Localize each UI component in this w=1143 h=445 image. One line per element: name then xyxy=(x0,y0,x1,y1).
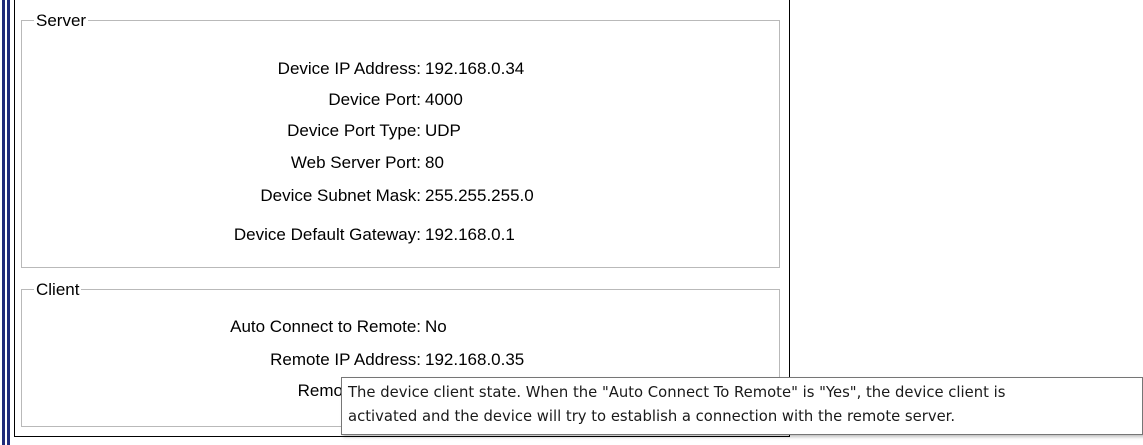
remote-ip-address-row: Remote IP Address: xyxy=(0,349,421,371)
remote-partial-row: Remo xyxy=(0,380,343,402)
device-default-gateway-row: Device Default Gateway: xyxy=(0,224,421,246)
device-ip-address-row: Device IP Address: xyxy=(0,58,421,80)
device-subnet-mask-label: Device Subnet Mask: xyxy=(260,186,421,205)
device-subnet-mask-row: Device Subnet Mask: xyxy=(0,185,421,207)
remote-ip-address-value: 192.168.0.35 xyxy=(425,350,525,369)
tooltip-line-1: The device client state. When the "Auto … xyxy=(348,384,1006,401)
client-group-legend: Client xyxy=(36,280,80,299)
web-server-port-label: Web Server Port: xyxy=(290,153,421,172)
device-ip-address-label: Device IP Address: xyxy=(277,59,421,78)
remote-ip-address-label: Remote IP Address: xyxy=(270,350,421,369)
auto-connect-tooltip: The device client state. When the "Auto … xyxy=(341,377,1143,435)
device-port-type-row: Device Port Type: xyxy=(0,120,421,142)
device-port-value: 4000 xyxy=(425,90,463,109)
auto-connect-remote-value: No xyxy=(425,317,447,336)
device-port-type-label: Device Port Type: xyxy=(287,121,421,140)
device-port-row: Device Port: xyxy=(0,89,421,111)
server-group-legend: Server xyxy=(36,11,87,30)
device-port-type-value: UDP xyxy=(425,121,461,140)
device-default-gateway-label: Device Default Gateway: xyxy=(233,225,421,244)
device-port-label: Device Port: xyxy=(328,90,421,109)
remote-partial-label: Remo xyxy=(297,381,343,400)
device-default-gateway-value: 192.168.0.1 xyxy=(425,225,515,244)
web-server-port-value: 80 xyxy=(425,153,444,172)
web-server-port-row: Web Server Port: xyxy=(0,152,421,174)
auto-connect-remote-label: Auto Connect to Remote: xyxy=(230,317,421,336)
tooltip-line-2: activated and the device will try to est… xyxy=(348,408,956,425)
device-subnet-mask-value: 255.255.255.0 xyxy=(425,186,534,205)
device-ip-address-value: 192.168.0.34 xyxy=(425,59,525,78)
auto-connect-remote-row: Auto Connect to Remote: xyxy=(0,316,421,338)
